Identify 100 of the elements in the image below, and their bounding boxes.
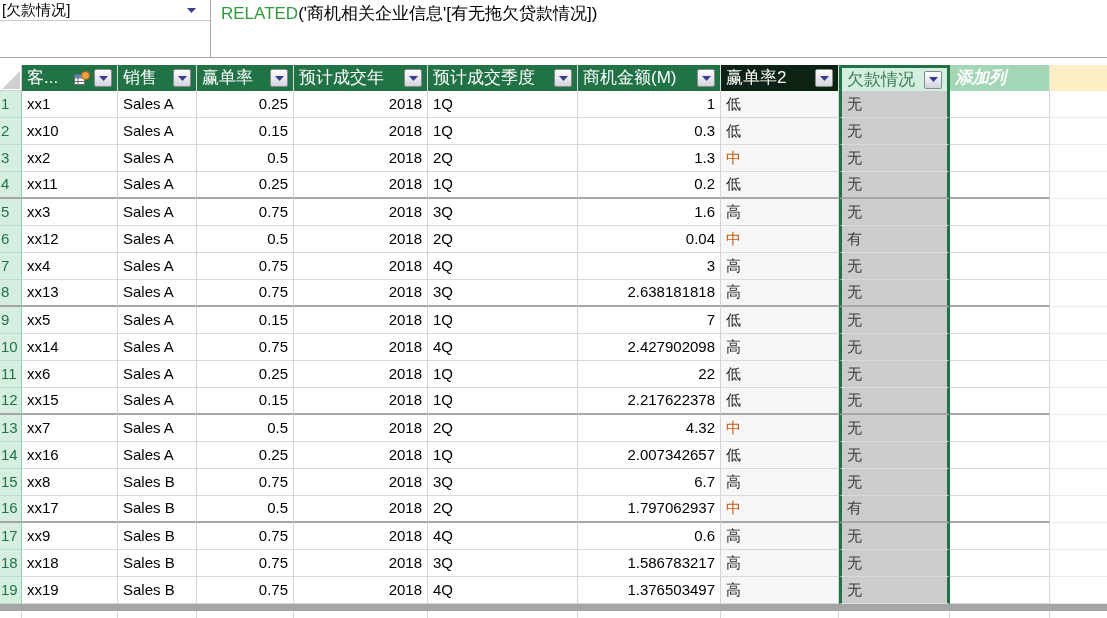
filter-button[interactable] bbox=[815, 69, 833, 87]
table-cell: 4Q bbox=[428, 334, 578, 361]
filter-button[interactable] bbox=[173, 69, 191, 87]
row-number[interactable]: 4 bbox=[0, 172, 22, 199]
table-cell: 无 bbox=[839, 199, 950, 226]
table-cell: 低 bbox=[721, 307, 839, 334]
table-cell: 2018 bbox=[294, 388, 428, 415]
table-cell: xx14 bbox=[22, 334, 118, 361]
row-number[interactable]: 8 bbox=[0, 280, 22, 307]
caret-down-icon bbox=[558, 75, 568, 81]
row-number[interactable]: 3 bbox=[0, 145, 22, 172]
table-cell: xx11 bbox=[22, 172, 118, 199]
table-cell: 1Q bbox=[428, 172, 578, 199]
row-number[interactable]: 5 bbox=[0, 199, 22, 226]
table-cell: Sales A bbox=[118, 442, 197, 469]
row-number[interactable]: 7 bbox=[0, 253, 22, 280]
column-header[interactable]: 赢单率 bbox=[197, 65, 294, 91]
table-cell: 无 bbox=[839, 442, 950, 469]
row-number[interactable]: 19 bbox=[0, 577, 22, 604]
column-header[interactable]: 预计成交年 bbox=[294, 65, 428, 91]
row-number[interactable]: 12 bbox=[0, 388, 22, 415]
table-cell: 1Q bbox=[428, 307, 578, 334]
filter-button[interactable] bbox=[270, 69, 288, 87]
column-header[interactable]: 客... bbox=[22, 65, 118, 91]
table-cell: 2018 bbox=[294, 280, 428, 307]
formula-field[interactable]: RELATED('商机相关企业信息'[有无拖欠贷款情况]) bbox=[221, 1, 598, 27]
filter-button[interactable] bbox=[697, 69, 715, 87]
table-cell: xx4 bbox=[22, 253, 118, 280]
filter-button[interactable] bbox=[404, 69, 422, 87]
table-cell: 高 bbox=[721, 253, 839, 280]
column-header[interactable]: 赢单率2 bbox=[721, 65, 839, 91]
table-cell: 0.75 bbox=[197, 523, 294, 550]
table-cell: 2018 bbox=[294, 199, 428, 226]
table-cell: 0.5 bbox=[197, 496, 294, 523]
table-cell: 3Q bbox=[428, 199, 578, 226]
row-number[interactable]: 13 bbox=[0, 415, 22, 442]
column-header[interactable]: 预计成交季度 bbox=[428, 65, 578, 91]
table-cell: 有 bbox=[839, 496, 950, 523]
table-cell: 低 bbox=[721, 442, 839, 469]
caret-down-icon bbox=[177, 75, 187, 81]
row-number[interactable]: 11 bbox=[0, 361, 22, 388]
filter-button[interactable] bbox=[554, 69, 572, 87]
table-cell: 低 bbox=[721, 388, 839, 415]
table-cell: xx12 bbox=[22, 226, 118, 253]
table-cell: Sales A bbox=[118, 361, 197, 388]
column-title: 预计成交季度 bbox=[433, 67, 535, 90]
row-number[interactable]: 9 bbox=[0, 307, 22, 334]
table-cell: 无 bbox=[839, 523, 950, 550]
table-cell: Sales A bbox=[118, 226, 197, 253]
table-cell: xx18 bbox=[22, 550, 118, 577]
table-cell: 0.15 bbox=[197, 388, 294, 415]
row-number[interactable]: 1 bbox=[0, 91, 22, 118]
table-cell: Sales B bbox=[118, 550, 197, 577]
table-cell: 2018 bbox=[294, 172, 428, 199]
row-number[interactable]: 6 bbox=[0, 226, 22, 253]
table-cell: 无 bbox=[839, 415, 950, 442]
filter-button[interactable] bbox=[924, 70, 942, 89]
table-cell: 无 bbox=[839, 334, 950, 361]
row-number[interactable]: 16 bbox=[0, 496, 22, 523]
table-cell: 高 bbox=[721, 577, 839, 604]
table-cell: 1.3 bbox=[578, 145, 721, 172]
table-cell: Sales A bbox=[118, 91, 197, 118]
filter-button[interactable] bbox=[94, 69, 112, 87]
table-cell: 无 bbox=[839, 145, 950, 172]
table-cell: 低 bbox=[721, 172, 839, 199]
table-cell: 2018 bbox=[294, 361, 428, 388]
column-header[interactable]: 销售 bbox=[118, 65, 197, 91]
row-number[interactable]: 10 bbox=[0, 334, 22, 361]
column-header[interactable]: 欠款情况 bbox=[839, 65, 950, 91]
table-cell: Sales A bbox=[118, 415, 197, 442]
table-cell: 高 bbox=[721, 550, 839, 577]
table-cell: 无 bbox=[839, 253, 950, 280]
row-number[interactable]: 14 bbox=[0, 442, 22, 469]
table-cell: 3Q bbox=[428, 550, 578, 577]
table-cell: 4Q bbox=[428, 577, 578, 604]
table-cell: xx3 bbox=[22, 199, 118, 226]
name-box-field[interactable]: [欠款情况] bbox=[0, 0, 210, 20]
table-cell: 有 bbox=[839, 226, 950, 253]
column-title: 欠款情况 bbox=[847, 68, 915, 91]
table-cell: 2018 bbox=[294, 415, 428, 442]
table-cell: 无 bbox=[839, 91, 950, 118]
table-cell: 低 bbox=[721, 91, 839, 118]
row-number[interactable]: 18 bbox=[0, 550, 22, 577]
table-cell: 高 bbox=[721, 199, 839, 226]
table-cell: 1Q bbox=[428, 388, 578, 415]
table-cell: 2018 bbox=[294, 118, 428, 145]
table-cell: 1 bbox=[578, 91, 721, 118]
table-cell: 0.75 bbox=[197, 334, 294, 361]
column-title: 商机金额(M) bbox=[583, 67, 677, 90]
table-cell: xx2 bbox=[22, 145, 118, 172]
row-number[interactable]: 17 bbox=[0, 523, 22, 550]
table-cell: Sales B bbox=[118, 496, 197, 523]
table-cell: 2018 bbox=[294, 550, 428, 577]
table-cell: 2018 bbox=[294, 523, 428, 550]
column-header[interactable]: 商机金额(M) bbox=[578, 65, 721, 91]
row-number[interactable]: 15 bbox=[0, 469, 22, 496]
caret-down-icon bbox=[408, 75, 418, 81]
row-number[interactable]: 2 bbox=[0, 118, 22, 145]
table-cell: Sales A bbox=[118, 307, 197, 334]
table-cell: 中 bbox=[721, 415, 839, 442]
